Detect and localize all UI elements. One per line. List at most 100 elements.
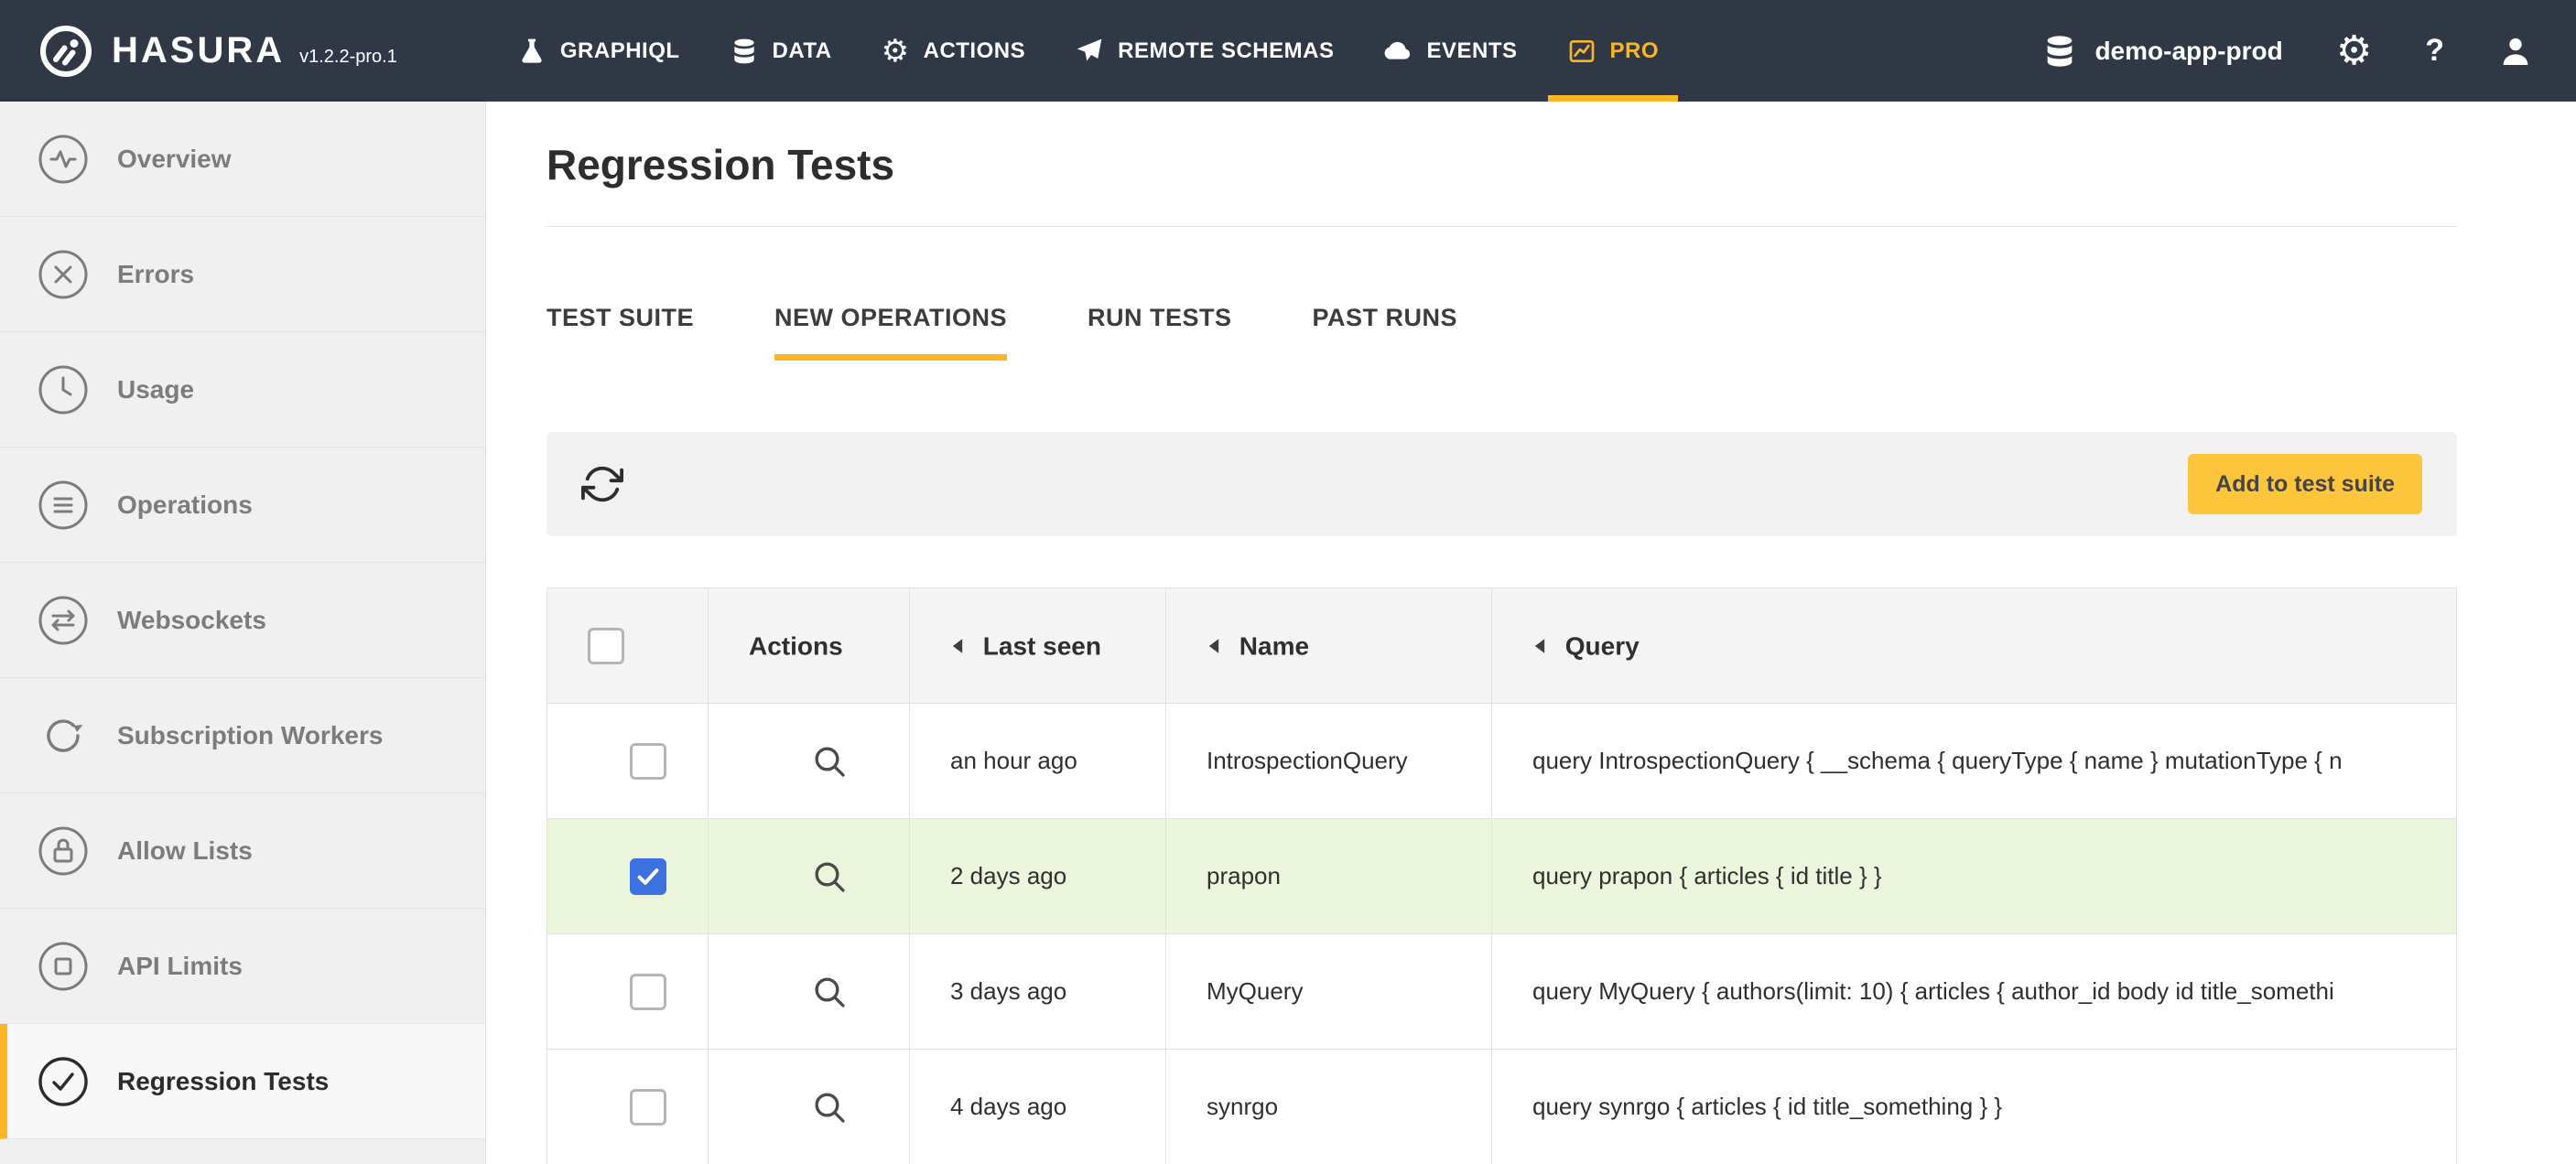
- query-cell: query prapon { articles { id title } }: [1492, 819, 2457, 934]
- select-all-checkbox[interactable]: [588, 628, 624, 664]
- table-row: an hour ago IntrospectionQuery query Int…: [547, 704, 2457, 819]
- sidebar-item-errors[interactable]: Errors: [0, 217, 485, 332]
- name-cell: synrgo: [1166, 1050, 1492, 1164]
- nav-item-events[interactable]: EVENTS: [1358, 0, 1542, 102]
- page-title: Regression Tests: [547, 144, 2457, 186]
- brand-name: HASURA: [112, 30, 285, 71]
- row-checkbox[interactable]: [630, 743, 666, 780]
- nav-item-remote-schemas[interactable]: REMOTE SCHEMAS: [1050, 0, 1358, 102]
- last-seen-cell: an hour ago: [910, 704, 1166, 819]
- column-label: Actions: [749, 631, 843, 660]
- name-cell: MyQuery: [1166, 934, 1492, 1050]
- list-circle-icon: [37, 479, 90, 532]
- column-label: Name: [1239, 631, 1309, 660]
- nav-item-label: ACTIONS: [924, 38, 1026, 64]
- sidebar-item-allow-lists[interactable]: Allow Lists: [0, 793, 485, 909]
- tab-new-operations[interactable]: NEW OPERATIONS: [774, 304, 1007, 361]
- nav-item-label: DATA: [773, 38, 832, 64]
- sidebar-item-regression-tests[interactable]: Regression Tests: [0, 1024, 485, 1139]
- nav-item-label: EVENTS: [1426, 38, 1517, 64]
- main-content: Regression Tests TEST SUITE NEW OPERATIO…: [486, 102, 2576, 1164]
- sidebar-item-label: API Limits: [117, 952, 243, 981]
- column-header-name[interactable]: Name: [1166, 588, 1492, 704]
- sidebar-item-label: Websockets: [117, 606, 266, 635]
- clock-circle-icon: [37, 363, 90, 416]
- nav-item-label: PRO: [1610, 38, 1660, 64]
- column-header-last-seen[interactable]: Last seen: [910, 588, 1166, 704]
- inspect-operation-icon[interactable]: [811, 858, 848, 895]
- column-label: Last seen: [983, 631, 1101, 660]
- top-navbar: HASURA v1.2.2-pro.1 GRAPHIQL DATA ⚙ ACTI…: [0, 0, 2576, 102]
- inspect-operation-icon[interactable]: [811, 1089, 848, 1126]
- nav-item-label: REMOTE SCHEMAS: [1118, 38, 1334, 64]
- user-icon[interactable]: [2497, 33, 2534, 70]
- table-row: 3 days ago MyQuery query MyQuery { autho…: [547, 934, 2457, 1050]
- check-circle-icon: [37, 1055, 90, 1108]
- nav-item-actions[interactable]: ⚙ ACTIONS: [857, 0, 1050, 102]
- flask-icon: [517, 37, 547, 66]
- title-divider: [547, 226, 2457, 227]
- inspect-operation-icon[interactable]: [811, 974, 848, 1010]
- sidebar-item-label: Overview: [117, 145, 232, 174]
- help-icon[interactable]: ?: [2425, 33, 2444, 69]
- query-cell: query synrgo { articles { id title_somet…: [1492, 1050, 2457, 1164]
- refresh-icon[interactable]: [581, 463, 623, 505]
- arrows-exchange-circle-icon: [37, 594, 90, 647]
- x-circle-icon: [37, 248, 90, 301]
- add-to-test-suite-button[interactable]: Add to test suite: [2188, 454, 2422, 514]
- column-header-actions: Actions: [709, 588, 910, 704]
- sidebar-item-label: Allow Lists: [117, 836, 253, 866]
- sidebar-item-api-limits[interactable]: API Limits: [0, 909, 485, 1024]
- paper-plane-icon: [1075, 37, 1104, 66]
- line-chart-icon: [1567, 37, 1596, 66]
- row-checkbox[interactable]: [630, 858, 666, 895]
- operations-table: Actions Last seen Name Query: [547, 587, 2457, 1164]
- sidebar-item-label: Usage: [117, 375, 194, 404]
- tab-past-runs[interactable]: PAST RUNS: [1313, 304, 1458, 361]
- nav-item-graphiql[interactable]: GRAPHIQL: [492, 0, 705, 102]
- sort-caret-icon: [950, 631, 965, 661]
- sidebar-item-operations[interactable]: Operations: [0, 447, 485, 563]
- hasura-logo-icon: [37, 22, 95, 81]
- sidebar-item-websockets[interactable]: Websockets: [0, 563, 485, 678]
- sync-arrows-icon: [37, 709, 90, 762]
- table-row: 4 days ago synrgo query synrgo { article…: [547, 1050, 2457, 1164]
- last-seen-cell: 2 days ago: [910, 819, 1166, 934]
- inspect-operation-icon[interactable]: [811, 743, 848, 780]
- cloud-icon: [1383, 37, 1412, 66]
- tab-bar: TEST SUITE NEW OPERATIONS RUN TESTS PAST…: [547, 304, 2457, 361]
- row-checkbox[interactable]: [630, 974, 666, 1010]
- version-label: v1.2.2-pro.1: [299, 47, 397, 68]
- row-checkbox[interactable]: [630, 1089, 666, 1126]
- database-icon: [2041, 33, 2078, 70]
- sidebar-item-usage[interactable]: Usage: [0, 332, 485, 447]
- database-icon: [730, 37, 759, 66]
- tab-run-tests[interactable]: RUN TESTS: [1088, 304, 1232, 361]
- sidebar-item-label: Regression Tests: [117, 1067, 329, 1096]
- lock-circle-icon: [37, 824, 90, 878]
- tab-test-suite[interactable]: TEST SUITE: [547, 304, 694, 361]
- sidebar-item-subscription-workers[interactable]: Subscription Workers: [0, 678, 485, 793]
- nav-item-data[interactable]: DATA: [705, 0, 857, 102]
- project-selector[interactable]: demo-app-prod: [2041, 33, 2282, 70]
- nav-item-label: GRAPHIQL: [560, 38, 680, 64]
- column-label: Query: [1565, 631, 1640, 660]
- table-header-row: Actions Last seen Name Query: [547, 588, 2457, 704]
- project-name: demo-app-prod: [2094, 37, 2282, 66]
- column-header-query[interactable]: Query: [1492, 588, 2457, 704]
- name-cell: prapon: [1166, 819, 1492, 934]
- brand[interactable]: HASURA v1.2.2-pro.1: [37, 22, 397, 81]
- sort-caret-icon: [1532, 631, 1547, 661]
- operations-toolbar: Add to test suite: [547, 432, 2457, 536]
- top-nav-menu: GRAPHIQL DATA ⚙ ACTIONS REMOTE SCHEMAS E…: [492, 0, 1683, 102]
- query-cell: query IntrospectionQuery { __schema { qu…: [1492, 704, 2457, 819]
- sidebar-item-label: Subscription Workers: [117, 721, 383, 750]
- square-circle-icon: [37, 940, 90, 993]
- name-cell: IntrospectionQuery: [1166, 704, 1492, 819]
- settings-gear-icon[interactable]: ⚙: [2336, 31, 2372, 71]
- table-row: 2 days ago prapon query prapon { article…: [547, 819, 2457, 934]
- sidebar: Overview Errors Usage Operations: [0, 102, 486, 1164]
- activity-circle-icon: [37, 133, 90, 186]
- nav-item-pro[interactable]: PRO: [1542, 0, 1684, 102]
- sidebar-item-overview[interactable]: Overview: [0, 102, 485, 217]
